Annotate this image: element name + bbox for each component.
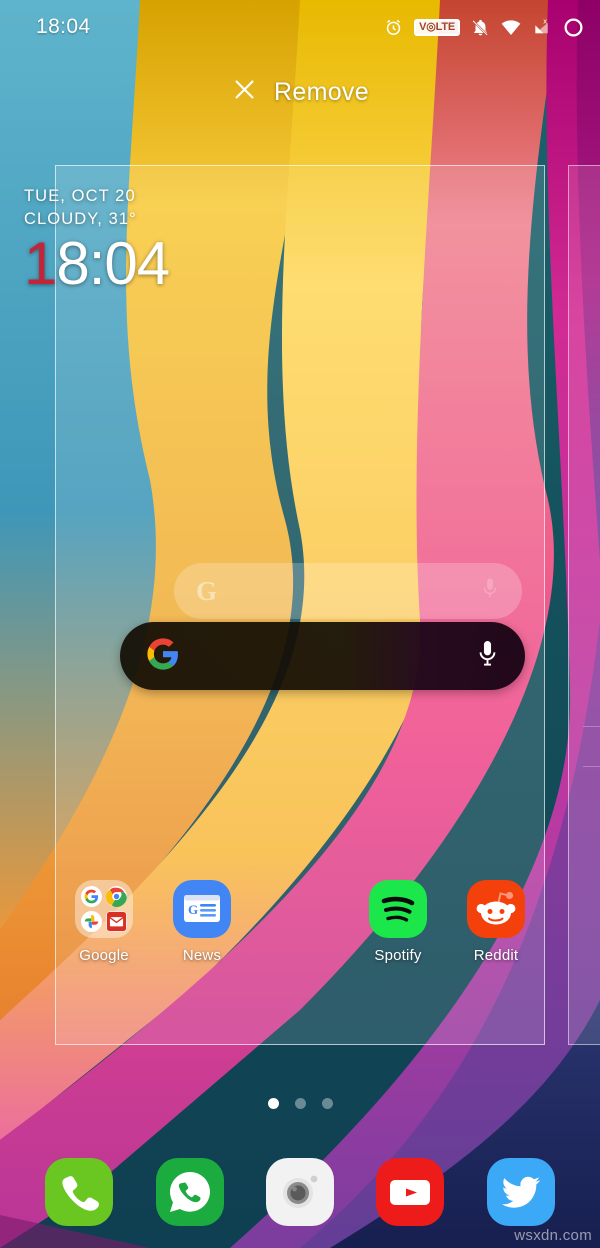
dock-item-phone[interactable]	[45, 1158, 114, 1226]
page-dot-3[interactable]	[321, 1098, 333, 1109]
dock-item-whatsapp[interactable]	[155, 1158, 224, 1226]
dock-item-camera[interactable]	[265, 1158, 334, 1226]
google-g-icon[interactable]	[146, 637, 180, 676]
watermark: wsxdn.com	[514, 1227, 592, 1244]
remove-action-bar[interactable]: Remove	[0, 72, 600, 112]
widget-weather: CLOUDY, 31°	[24, 210, 137, 228]
microphone-icon-ghost	[480, 577, 500, 606]
clock-weather-widget[interactable]: TUE, OCT 20 CLOUDY, 31° 1 8:04	[24, 185, 170, 297]
notifications-muted-icon	[471, 18, 490, 37]
ghost-content-line	[583, 726, 600, 727]
volte-icon: V◎LTE	[414, 18, 460, 36]
search-bar-dragged[interactable]	[120, 622, 525, 690]
page-dot-1[interactable]	[267, 1098, 279, 1109]
folder-preview-grid	[75, 880, 133, 938]
status-bar: 18:04 V◎LTE x	[0, 0, 600, 54]
app-item-google-folder[interactable]: Google	[55, 880, 153, 992]
app-item-reddit[interactable]: Reddit	[447, 880, 545, 992]
google-news-icon[interactable]: G	[173, 880, 231, 938]
app-item-spotify[interactable]: Spotify	[349, 880, 447, 992]
widget-date: TUE, OCT 20	[24, 187, 136, 205]
google-g-icon	[81, 886, 102, 907]
app-item-news[interactable]: G News	[153, 880, 251, 992]
gmail-icon	[105, 910, 127, 932]
battery-circle-icon	[563, 17, 584, 38]
google-folder-icon[interactable]	[75, 880, 133, 938]
app-label: Spotify	[374, 947, 422, 964]
app-slot-empty[interactable]	[251, 880, 349, 992]
chrome-icon	[105, 886, 127, 907]
status-bar-icons: V◎LTE x	[384, 17, 584, 38]
app-label: Reddit	[473, 947, 519, 964]
app-label: News	[182, 947, 222, 964]
widget-clock-rest: 8:04	[56, 230, 170, 297]
home-screen-app-row: Google G News Spotify Reddit	[55, 880, 545, 992]
mobile-signal-off-icon: x	[532, 17, 552, 37]
ghost-content-line	[583, 766, 600, 767]
dock	[0, 1158, 600, 1248]
app-label: Google	[79, 947, 129, 964]
remove-label[interactable]: Remove	[274, 78, 369, 107]
dock-item-youtube[interactable]	[376, 1158, 445, 1226]
svg-text:x: x	[543, 17, 547, 26]
reddit-icon[interactable]	[467, 880, 525, 938]
page-indicator[interactable]	[0, 1098, 600, 1109]
wifi-icon	[501, 19, 521, 36]
empty-slot	[271, 880, 329, 938]
page-preview-next[interactable]	[568, 165, 600, 1045]
photos-icon	[81, 910, 102, 932]
page-dot-2[interactable]	[294, 1098, 306, 1109]
google-g-icon-ghost: G	[196, 575, 218, 606]
svg-text:G: G	[188, 902, 198, 917]
status-bar-clock: 18:04	[36, 15, 91, 38]
search-bar-placeholder: G	[174, 563, 522, 619]
alarm-icon	[384, 18, 403, 37]
spotify-icon[interactable]	[369, 880, 427, 938]
dock-item-twitter[interactable]	[486, 1158, 555, 1226]
microphone-icon[interactable]	[476, 639, 499, 673]
close-x-icon[interactable]	[231, 76, 258, 108]
widget-clock: 1 8:04	[24, 230, 170, 297]
widget-clock-accent: 1	[24, 230, 57, 297]
